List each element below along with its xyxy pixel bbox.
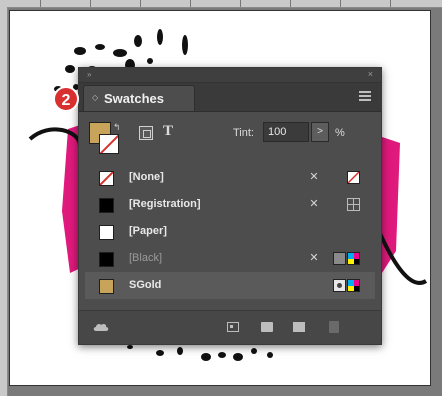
swatch-row-paper[interactable]: [Paper] — [85, 218, 375, 245]
vertical-ruler[interactable] — [0, 7, 8, 396]
swatch-name: [Black] — [129, 252, 163, 264]
swatch-controls: ↰ T Tint: 100 > % — [79, 112, 381, 160]
swatch-row-none[interactable]: [None] ✕ — [85, 164, 375, 191]
swatch-name: [None] — [129, 171, 164, 183]
no-edit-icon: ✕ — [309, 252, 319, 264]
new-color-group-icon[interactable] — [261, 322, 273, 332]
delete-swatch-icon[interactable] — [329, 321, 339, 333]
tint-unit: % — [335, 127, 345, 139]
cc-libraries-icon[interactable] — [93, 322, 109, 332]
panel-footer — [79, 310, 381, 344]
swatches-panel: » × ◇ Swatches ↰ T Tint: 100 > % [None] … — [78, 67, 382, 345]
none-color-mode-icon — [347, 171, 360, 184]
process-color-icon — [333, 252, 346, 265]
tab-swatches-label: Swatches — [104, 91, 164, 106]
formatting-affects-text-button[interactable]: T — [163, 123, 173, 140]
swatch-chip-none — [99, 171, 114, 186]
swatch-list: [None] ✕ [Registration] ✕ [Paper] [Black… — [85, 164, 375, 299]
formatting-affects-container-button[interactable] — [139, 126, 153, 140]
registration-mode-icon — [347, 198, 360, 211]
tint-input[interactable]: 100 — [263, 122, 309, 142]
no-edit-icon: ✕ — [309, 198, 319, 210]
swap-fill-stroke-icon[interactable]: ↰ — [113, 122, 121, 133]
swatch-chip-black — [99, 252, 114, 267]
panel-menu-icon[interactable] — [359, 91, 371, 103]
tab-expand-icon[interactable]: ◇ — [92, 93, 98, 102]
cmyk-mode-icon — [347, 279, 360, 292]
swatch-name: SGold — [129, 279, 162, 291]
close-icon[interactable]: × — [368, 69, 373, 79]
swatch-views-icon[interactable] — [227, 322, 239, 332]
horizontal-ruler[interactable] — [0, 0, 442, 8]
swatch-chip-sgold — [99, 279, 114, 294]
swatch-chip-registration — [99, 198, 114, 213]
panel-title-bar[interactable]: » × — [79, 68, 381, 83]
stroke-swatch[interactable] — [99, 134, 119, 154]
collapse-icon[interactable]: » — [87, 70, 91, 79]
tint-dropdown-button[interactable]: > — [311, 122, 329, 142]
swatch-chip-paper — [99, 225, 114, 240]
panel-tab-row: ◇ Swatches — [79, 83, 381, 112]
swatch-row-black[interactable]: [Black] ✕ — [85, 245, 375, 272]
no-edit-icon: ✕ — [309, 171, 319, 183]
swatch-row-sgold[interactable]: SGold — [85, 272, 375, 299]
swatch-row-registration[interactable]: [Registration] ✕ — [85, 191, 375, 218]
new-swatch-icon[interactable] — [293, 322, 305, 332]
swatch-name: [Registration] — [129, 198, 201, 210]
fill-stroke-widget[interactable]: ↰ — [89, 122, 121, 156]
step-callout-badge: 2 — [53, 86, 79, 112]
cmyk-mode-icon — [347, 252, 360, 265]
tab-swatches[interactable]: ◇ Swatches — [83, 85, 195, 111]
swatch-name: [Paper] — [129, 225, 167, 237]
spot-color-icon — [333, 279, 346, 292]
tint-label: Tint: — [233, 127, 254, 139]
